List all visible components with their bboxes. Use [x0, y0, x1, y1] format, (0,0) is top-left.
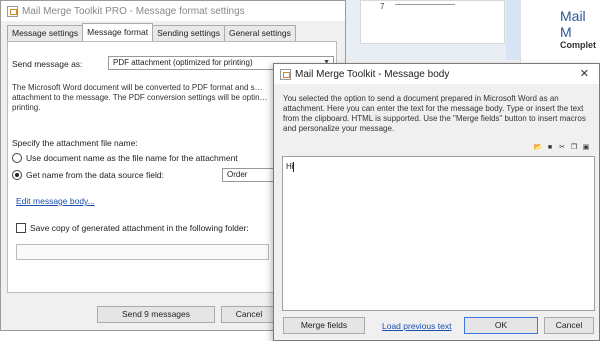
merge-fields-button[interactable]: Merge fields	[283, 317, 365, 334]
pdf-conversion-note: The Microsoft Word document will be conv…	[12, 83, 268, 112]
word-document-lines	[395, 4, 455, 10]
save-folder-field[interactable]	[16, 244, 269, 260]
dialog-description: You selected the option to send a docume…	[283, 94, 586, 133]
radio-use-document-name[interactable]	[12, 153, 22, 163]
radio-use-document-name-label[interactable]: Use document name as the file name for t…	[26, 153, 238, 163]
main-titlebar[interactable]: Mail Merge Toolkit PRO - Message format …	[1, 1, 345, 21]
radio-data-source-field[interactable]	[12, 170, 22, 180]
side-panel-subtitle: Complet	[560, 40, 596, 50]
editor-toolbar: 📂 ■ ✂ ❐ ▣	[533, 143, 591, 152]
load-previous-text-link[interactable]: Load previous text	[382, 321, 451, 331]
dialog-titlebar[interactable]: Mail Merge Toolkit - Message body ✕	[274, 64, 599, 84]
settings-tabs: Message settings Message format Sending …	[7, 23, 296, 41]
send-as-value: PDF attachment (optimized for printing)	[113, 58, 253, 67]
main-cancel-button[interactable]: Cancel	[221, 306, 277, 323]
tab-message-format[interactable]: Message format	[82, 23, 154, 41]
folder-open-icon[interactable]: 📂	[533, 143, 543, 152]
close-icon[interactable]: ✕	[580, 67, 589, 80]
edit-message-body-link[interactable]: Edit message body...	[16, 196, 95, 206]
tab-sending-settings[interactable]: Sending settings	[152, 25, 225, 41]
copy-icon[interactable]: ❐	[569, 143, 579, 152]
paste-icon[interactable]: ▣	[581, 143, 591, 152]
tab-message-settings[interactable]: Message settings	[7, 25, 84, 41]
send-messages-button[interactable]: Send 9 messages	[97, 306, 215, 323]
save-copy-checkbox[interactable]	[16, 223, 26, 233]
app-icon	[280, 68, 291, 80]
side-panel-title: Mail M	[560, 8, 586, 40]
send-as-label: Send message as:	[12, 59, 83, 69]
radio-data-source-field-label[interactable]: Get name from the data source field:	[26, 170, 164, 180]
message-body-editor[interactable]: Hi	[282, 156, 595, 311]
tab-general-settings[interactable]: General settings	[223, 25, 296, 41]
ok-button[interactable]: OK	[464, 317, 538, 334]
cut-icon[interactable]: ✂	[557, 143, 567, 152]
word-page-number: 7	[380, 2, 385, 11]
word-highlight-bar	[506, 0, 520, 60]
save-copy-label[interactable]: Save copy of generated attachment in the…	[30, 223, 249, 233]
data-source-field-value: Order	[227, 170, 248, 179]
text-caret	[293, 162, 294, 172]
attachment-name-label: Specify the attachment file name:	[12, 138, 138, 148]
dialog-cancel-button[interactable]: Cancel	[544, 317, 594, 334]
app-icon	[7, 5, 18, 17]
main-window-title: Mail Merge Toolkit PRO - Message format …	[22, 5, 245, 17]
dialog-title: Mail Merge Toolkit - Message body	[295, 68, 450, 80]
save-icon[interactable]: ■	[545, 143, 555, 152]
message-body-dialog: Mail Merge Toolkit - Message body ✕ You …	[273, 63, 600, 341]
